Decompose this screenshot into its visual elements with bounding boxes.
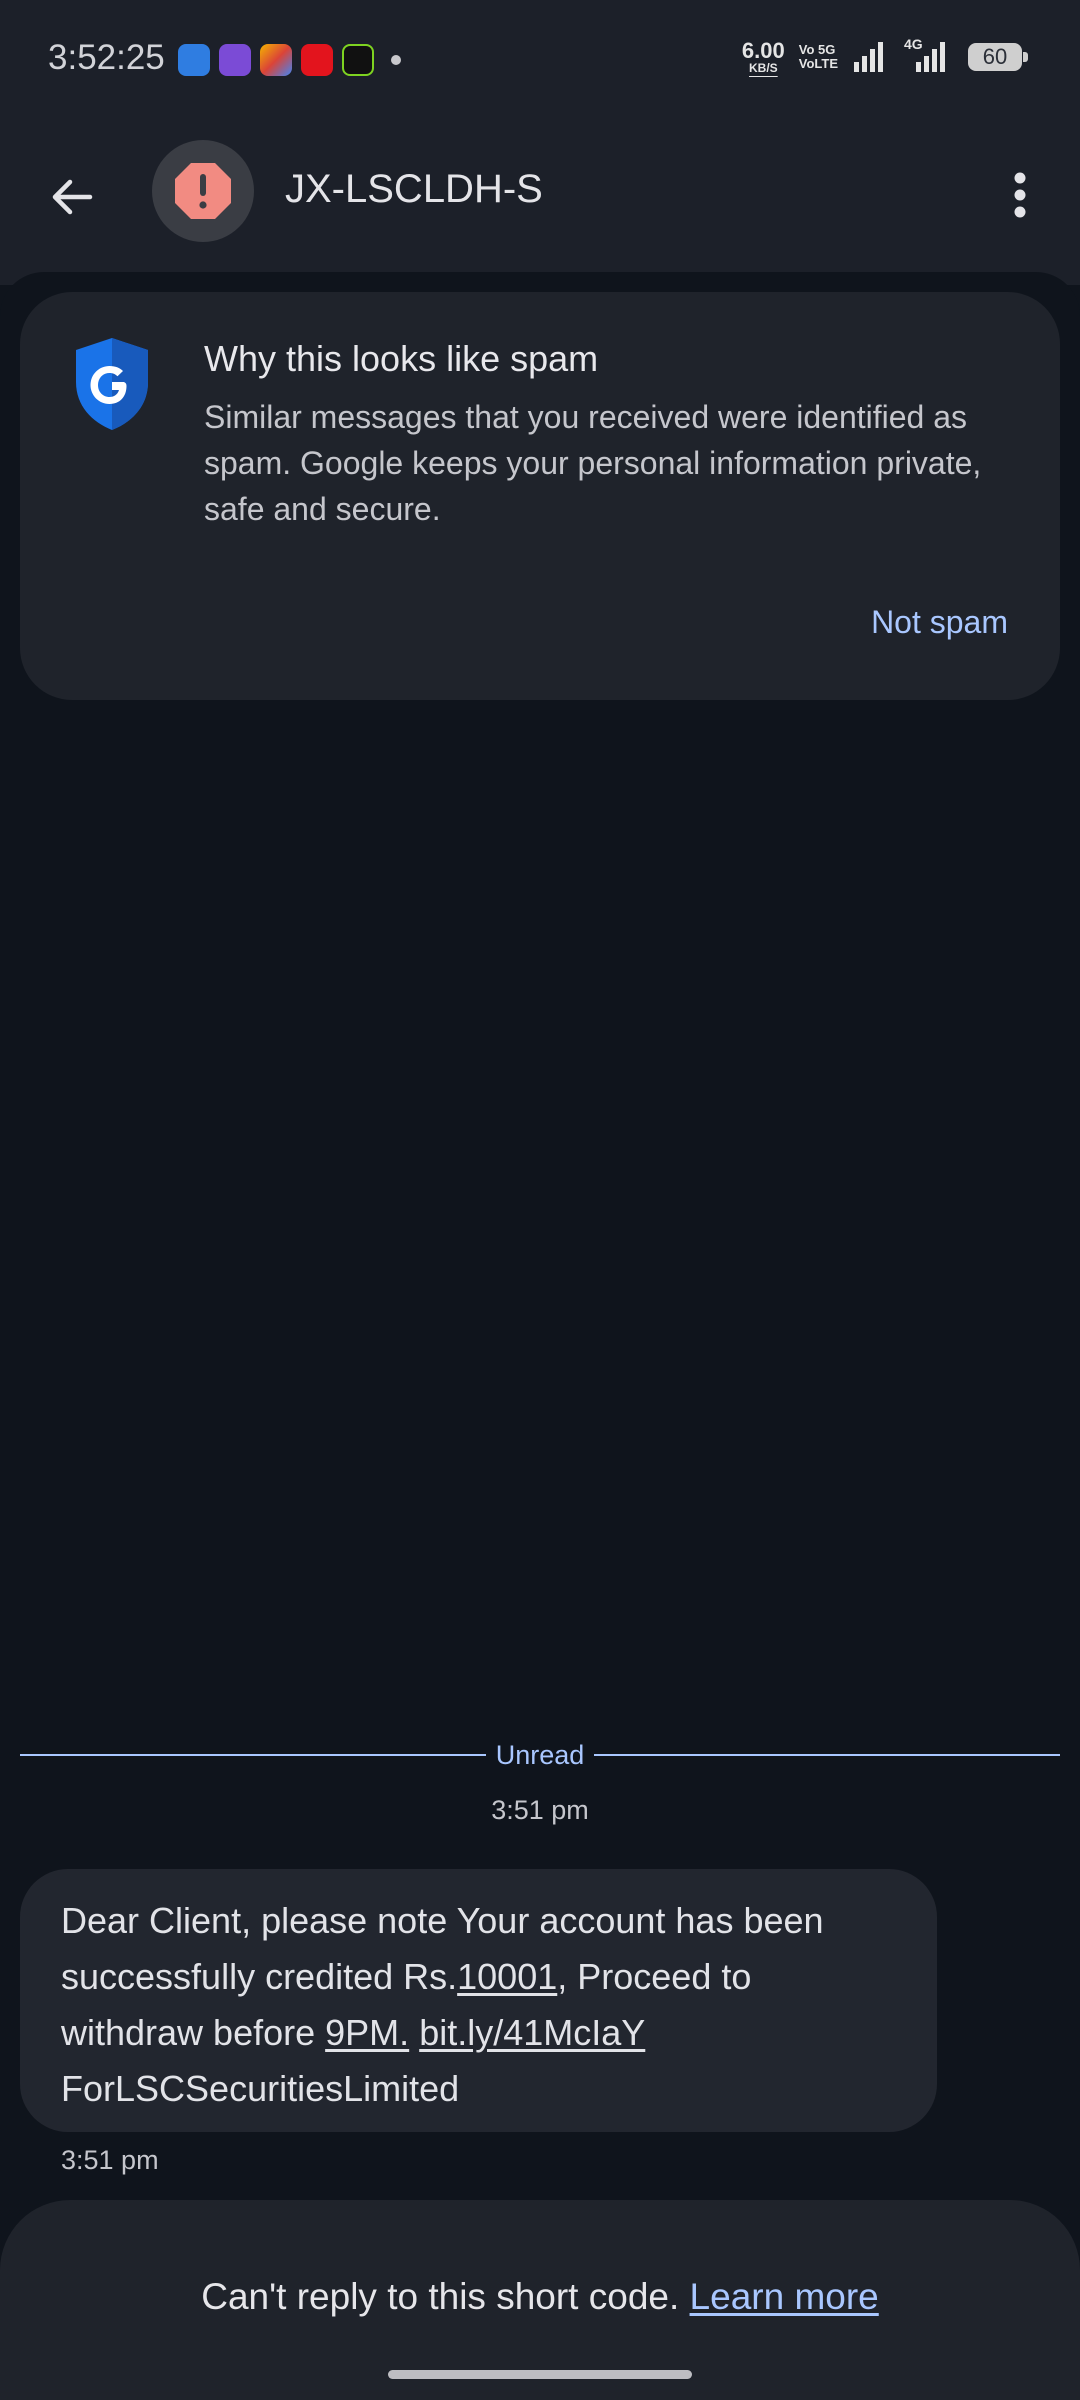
status-indicators: 6.00 KB/S Vo 5G VoLTE 4G 60	[741, 36, 1028, 75]
spam-warning-card: Why this looks like spam Similar message…	[20, 292, 1060, 700]
message-text: Dear Client, please note Your account ha…	[61, 1893, 901, 2117]
reply-disabled-notice: Can't reply to this short code. Learn mo…	[0, 2276, 1080, 2318]
not-spam-button[interactable]: Not spam	[871, 604, 1008, 641]
battery-icon: 60	[968, 43, 1028, 71]
signal-icon	[854, 42, 883, 72]
notification-icons	[178, 44, 401, 76]
gesture-nav-handle[interactable]	[388, 2370, 692, 2379]
arrow-back-icon	[52, 179, 93, 215]
time-link[interactable]: 9PM.	[325, 2012, 409, 2053]
more-vert-icon	[1014, 172, 1026, 218]
airtel-notification-icon	[301, 44, 333, 76]
status-bar: 3:52:25 6.00 KB/S Vo 5G VoLTE 4G 60	[0, 0, 1080, 125]
reply-disabled-text: Can't reply to this short code.	[201, 2276, 690, 2317]
conversation-timestamp: 3:51 pm	[491, 1795, 589, 1825]
learn-more-link[interactable]: Learn more	[690, 2276, 879, 2317]
amount-link[interactable]: 10001	[457, 1956, 557, 1997]
divider-line	[20, 1754, 486, 1756]
more-options-button[interactable]	[990, 163, 1050, 227]
app-notification-icon	[219, 44, 251, 76]
more-notifications-icon	[391, 55, 401, 65]
volte-label: VoLTE	[798, 56, 838, 71]
volte-label: Vo 5G	[798, 42, 836, 58]
signal-4g-icon: 4G	[902, 36, 954, 74]
network-speed-value: 6.00	[741, 38, 785, 63]
unread-label: Unread	[495, 1739, 585, 1770]
conversation-app-bar: JX-LSCLDH-S	[0, 125, 1080, 285]
message-timestamp: 3:51 pm	[61, 2145, 159, 2175]
status-time: 3:52:25	[48, 38, 165, 77]
network-speed: 6.00 KB/S	[741, 38, 785, 75]
sender-title[interactable]: JX-LSCLDH-S	[285, 167, 543, 212]
message-signature: ForLSCSecuritiesLimited	[61, 2068, 460, 2109]
app-notification-icon	[178, 44, 210, 76]
app-notification-icon	[342, 44, 374, 76]
network-speed-unit: KB/S	[749, 61, 778, 75]
google-shield-icon	[76, 338, 148, 430]
battery-level: 60	[982, 44, 1008, 69]
spam-card-title: Why this looks like spam	[204, 338, 599, 379]
app-notification-icon	[260, 44, 292, 76]
volte-indicator: Vo 5G VoLTE	[799, 43, 838, 70]
url-link[interactable]: bit.ly/41McIaY	[419, 2012, 645, 2053]
sender-avatar[interactable]	[152, 140, 254, 242]
exclamation-icon	[175, 163, 231, 219]
spam-card-body: Similar messages that you received were …	[204, 399, 982, 527]
message-text-part	[409, 2012, 419, 2053]
unread-divider: Unread	[20, 1735, 1060, 1775]
message-bubble[interactable]: Dear Client, please note Your account ha…	[20, 1869, 937, 2132]
back-button[interactable]	[40, 165, 104, 229]
divider-line	[594, 1754, 1060, 1756]
